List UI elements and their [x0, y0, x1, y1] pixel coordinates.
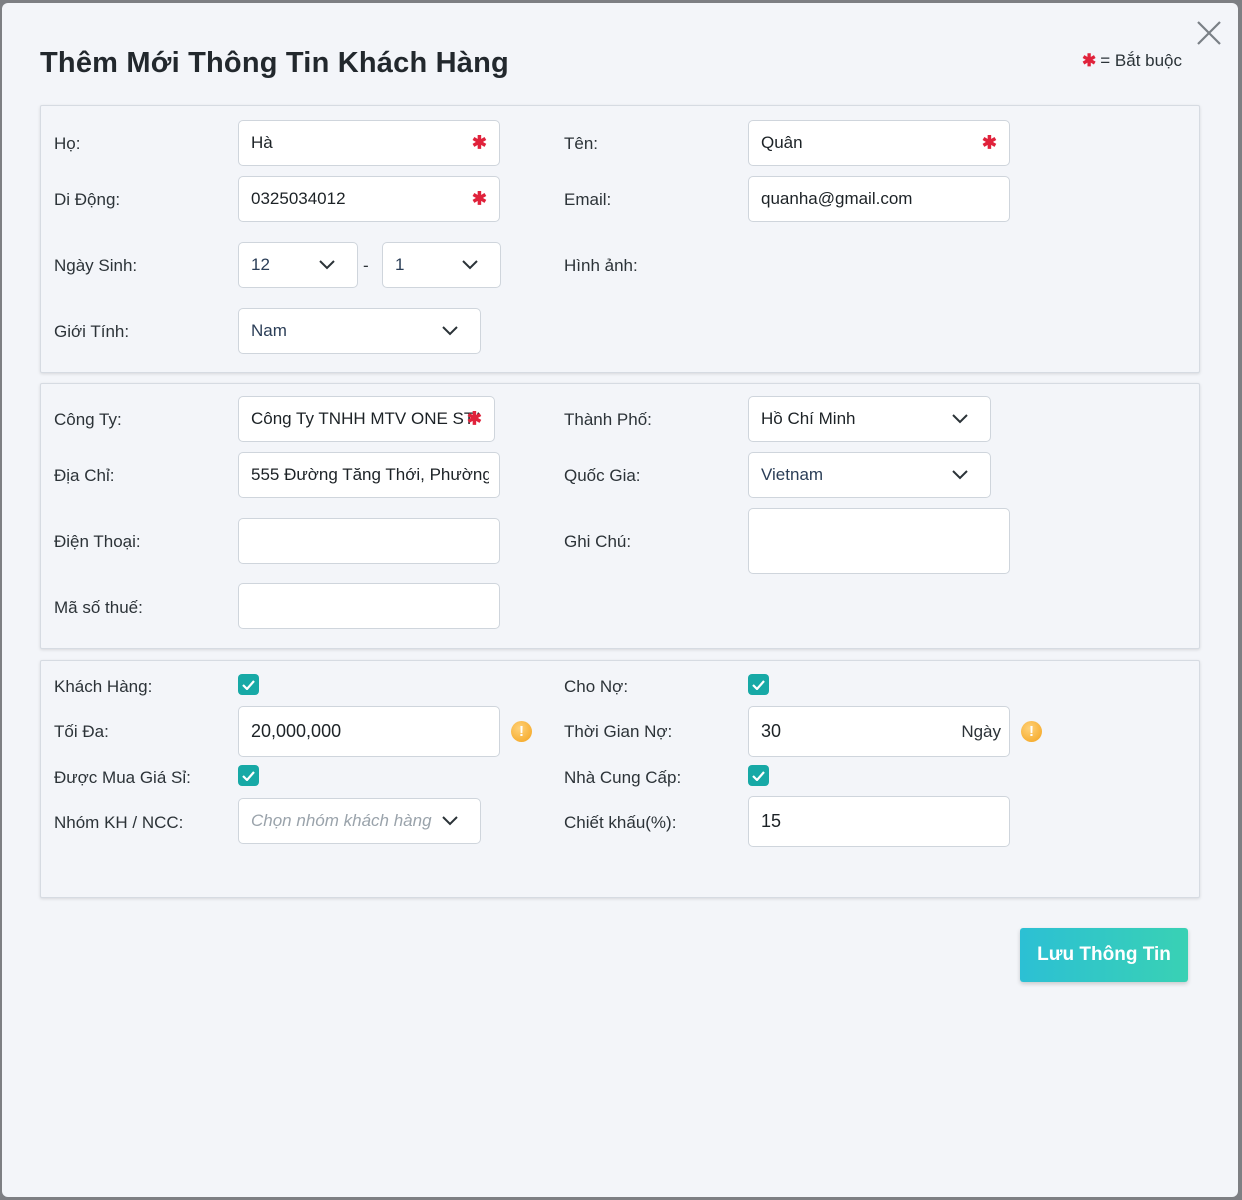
chietkhau-input[interactable]: 15: [748, 796, 1010, 847]
close-icon[interactable]: [1195, 19, 1223, 47]
chietkhau-label: Chiết khấu(%):: [564, 813, 677, 832]
check-icon: [242, 679, 255, 690]
ho-label: Họ:: [54, 134, 81, 153]
email-input[interactable]: quanha@gmail.com: [748, 176, 1010, 222]
nhomkh-label: Nhóm KH / NCC:: [54, 813, 184, 832]
diachi-value: 555 Đường Tăng Thới, Phường: [251, 465, 489, 484]
nhacungcap-checkbox[interactable]: [748, 765, 769, 786]
ten-label: Tên:: [564, 134, 599, 153]
check-icon: [752, 770, 765, 781]
chevron-down-icon: [952, 414, 968, 424]
ghichu-textarea[interactable]: [748, 508, 1010, 574]
khachhang-label: Khách Hàng:: [54, 677, 153, 696]
masothue-input[interactable]: [238, 583, 500, 629]
personal-panel: Họ: Hà ✱ Tên: Quân ✱ Di Động: 0325034012…: [40, 105, 1200, 373]
chevron-down-icon: [462, 260, 478, 270]
required-star-icon: ✱: [466, 408, 482, 429]
thoigianno-value: 30: [761, 721, 782, 741]
congty-input[interactable]: Công Ty TNHH MTV ONE STAR ✱: [238, 396, 495, 442]
toida-label: Tối Đa:: [54, 722, 109, 741]
check-icon: [752, 679, 765, 690]
warning-icon[interactable]: !: [1021, 721, 1042, 742]
warning-icon[interactable]: !: [511, 721, 532, 742]
didong-input[interactable]: 0325034012 ✱: [238, 176, 500, 222]
dienthoai-label: Điện Thoại:: [54, 532, 141, 551]
hinhanh-label: Hình ảnh:: [564, 256, 638, 275]
country-select[interactable]: Vietnam: [748, 452, 991, 498]
diachi-label: Địa Chỉ:: [54, 466, 115, 485]
days-suffix: Ngày: [961, 721, 1001, 741]
gender-value: Nam: [251, 321, 287, 340]
customer-modal: Thêm Mới Thông Tin Khách Hàng ✱ = Bắt buộ…: [2, 3, 1238, 1197]
chietkhau-value: 15: [761, 811, 782, 831]
country-value: Vietnam: [761, 465, 824, 484]
chono-label: Cho Nợ:: [564, 677, 629, 696]
chevron-down-icon: [319, 260, 335, 270]
masothue-label: Mã số thuế:: [54, 598, 143, 617]
ngaysinh-label: Ngày Sinh:: [54, 256, 138, 275]
chevron-down-icon: [442, 816, 458, 826]
congty-value: Công Ty TNHH MTV ONE STAR: [251, 409, 479, 428]
date-separator: -: [363, 256, 369, 275]
nhomkh-placeholder: Chọn nhóm khách hàng: [251, 811, 432, 830]
thoigianno-input[interactable]: 30 Ngày: [748, 706, 1010, 757]
ho-value: Hà: [251, 133, 273, 152]
save-button[interactable]: Lưu Thông Tin: [1020, 928, 1188, 982]
khachhang-checkbox[interactable]: [238, 674, 259, 695]
required-star-icon: ✱: [981, 132, 997, 153]
thanhpho-label: Thành Phố:: [564, 410, 652, 429]
birth-month-value: 1: [395, 255, 405, 274]
gender-select[interactable]: Nam: [238, 308, 481, 354]
thoigianno-label: Thời Gian Nợ:: [564, 722, 673, 741]
congty-label: Công Ty:: [54, 410, 122, 429]
required-note-text: = Bắt buộc: [1100, 51, 1183, 70]
company-panel: Công Ty: Công Ty TNHH MTV ONE STAR ✱ Thà…: [40, 383, 1200, 649]
chono-checkbox[interactable]: [748, 674, 769, 695]
birth-month-select[interactable]: 1: [382, 242, 501, 288]
city-select[interactable]: Hồ Chí Minh: [748, 396, 991, 442]
ten-value: Quân: [761, 133, 803, 152]
muagiasi-label: Được Mua Giá Sỉ:: [54, 768, 191, 787]
city-value: Hồ Chí Minh: [761, 409, 856, 428]
ghichu-label: Ghi Chú:: [564, 532, 632, 551]
toida-value: 20,000,000: [251, 721, 342, 741]
ten-input[interactable]: Quân ✱: [748, 120, 1010, 166]
nhacungcap-label: Nhà Cung Cấp:: [564, 768, 682, 787]
muagiasi-checkbox[interactable]: [238, 765, 259, 786]
modal-title: Thêm Mới Thông Tin Khách Hàng: [40, 47, 509, 79]
email-value: quanha@gmail.com: [761, 189, 913, 208]
toida-input[interactable]: 20,000,000: [238, 706, 500, 757]
didong-value: 0325034012: [251, 189, 346, 208]
chevron-down-icon: [952, 470, 968, 480]
chevron-down-icon: [442, 326, 458, 336]
credit-panel: Khách Hàng: Cho Nợ: Tối Đa: 20,000,000 !…: [40, 660, 1200, 898]
nhomkh-select[interactable]: Chọn nhóm khách hàng: [238, 798, 481, 844]
diachi-input[interactable]: 555 Đường Tăng Thới, Phường: [238, 452, 500, 498]
birth-day-value: 12: [251, 255, 270, 274]
email-label: Email:: [564, 190, 612, 209]
required-star-icon: ✱: [1082, 51, 1097, 70]
check-icon: [242, 770, 255, 781]
required-note: ✱ = Bắt buộc: [1082, 51, 1182, 71]
dienthoai-input[interactable]: [238, 518, 500, 564]
didong-label: Di Động:: [54, 190, 121, 209]
birth-day-select[interactable]: 12: [238, 242, 358, 288]
quocgia-label: Quốc Gia:: [564, 466, 641, 485]
required-star-icon: ✱: [471, 132, 487, 153]
ho-input[interactable]: Hà ✱: [238, 120, 500, 166]
required-star-icon: ✱: [471, 188, 487, 209]
gioitinh-label: Giới Tính:: [54, 322, 130, 341]
